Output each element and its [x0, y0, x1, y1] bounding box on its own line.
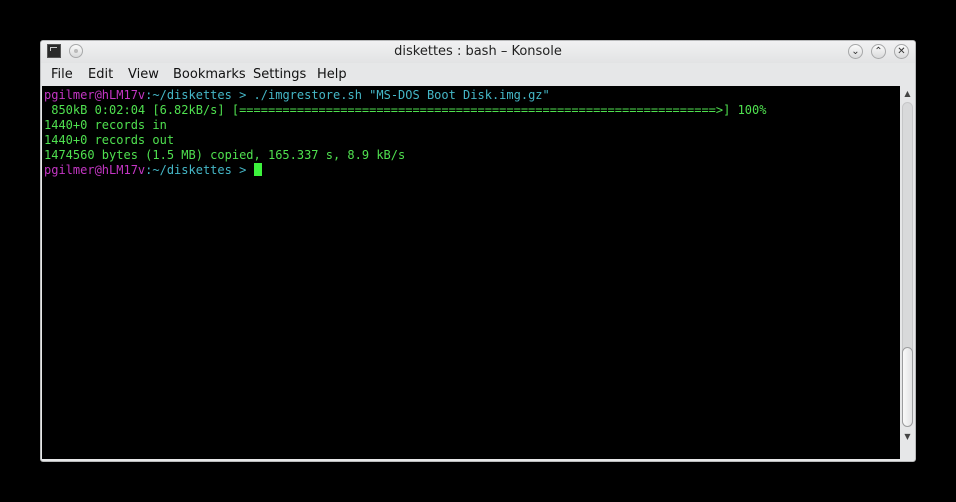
konsole-window: diskettes : bash – Konsole ⌄ ⌃ ✕ File Ed…: [40, 40, 916, 462]
terminal-line: pgilmer@hLM17v:~/diskettes >: [44, 163, 262, 178]
terminal-line: 1440+0 records out: [44, 133, 175, 147]
minimize-icon[interactable]: ⌄: [848, 44, 863, 59]
window-title: diskettes : bash – Konsole: [394, 44, 562, 59]
close-icon[interactable]: ✕: [894, 44, 909, 59]
prompt-user: pgilmer@hLM17v: [44, 163, 146, 177]
terminal-line: pgilmer@hLM17v:~/diskettes > ./imgrestor…: [44, 88, 550, 103]
prompt-symbol: >: [231, 88, 254, 102]
menu-view[interactable]: View: [128, 67, 159, 82]
terminal-output[interactable]: pgilmer@hLM17v:~/diskettes > ./imgrestor…: [42, 86, 900, 459]
prompt-path: :~/diskettes: [145, 88, 232, 102]
menu-bar: File Edit View Bookmarks Settings Help: [41, 63, 915, 85]
text-cursor: [253, 163, 262, 176]
vertical-scrollbar[interactable]: ▲ ▼: [900, 86, 915, 459]
terminal-line: 850kB 0:02:04 [6.82kB/s] [==============…: [44, 103, 767, 117]
scroll-up-icon[interactable]: ▲: [902, 88, 913, 99]
menu-help[interactable]: Help: [317, 67, 347, 82]
command-text: ./imgrestore.sh "MS-DOS Boot Disk.img.gz…: [253, 88, 550, 102]
menu-bookmarks[interactable]: Bookmarks: [173, 67, 246, 82]
terminal-line: 1440+0 records in: [44, 118, 167, 132]
prompt-path: :~/diskettes: [145, 163, 232, 177]
menu-settings[interactable]: Settings: [253, 67, 306, 82]
title-bar[interactable]: diskettes : bash – Konsole ⌄ ⌃ ✕: [41, 41, 915, 63]
terminal-line: 1474560 bytes (1.5 MB) copied, 165.337 s…: [44, 148, 406, 162]
maximize-icon[interactable]: ⌃: [871, 44, 886, 59]
prompt-symbol: >: [231, 163, 254, 177]
prompt-user: pgilmer@hLM17v: [44, 88, 146, 102]
menu-file[interactable]: File: [51, 67, 73, 82]
scroll-thumb[interactable]: [902, 347, 913, 427]
scroll-down-icon[interactable]: ▼: [902, 431, 913, 442]
menu-edit[interactable]: Edit: [88, 67, 113, 82]
